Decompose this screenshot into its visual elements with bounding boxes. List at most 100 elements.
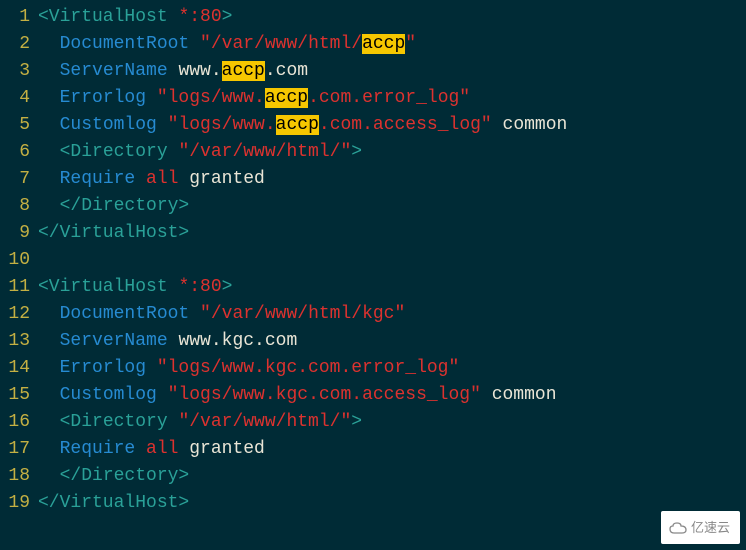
line-number: 13	[0, 328, 34, 355]
line-number: 14	[0, 355, 34, 382]
code-line: 11<VirtualHost *:80>	[0, 274, 746, 301]
code-token: *:80	[178, 7, 221, 27]
code-token: ServerName	[60, 331, 179, 351]
code-token	[38, 196, 60, 216]
code-content: <Directory "/var/www/html/">	[34, 409, 362, 436]
code-line: 2 DocumentRoot "/var/www/html/accp"	[0, 31, 746, 58]
code-token: "logs/www.kgc.com.error_log"	[157, 358, 459, 378]
code-content: <VirtualHost *:80>	[34, 274, 232, 301]
code-token: *:80	[178, 277, 221, 297]
code-line: 17 Require all granted	[0, 436, 746, 463]
line-number: 3	[0, 58, 34, 85]
line-number: 7	[0, 166, 34, 193]
code-content: DocumentRoot "/var/www/html/kgc"	[34, 301, 405, 328]
code-token: all	[146, 169, 189, 189]
code-content: Errorlog "logs/www.kgc.com.error_log"	[34, 355, 459, 382]
code-token: Customlog	[60, 115, 168, 135]
code-token: www.kgc.com	[178, 331, 297, 351]
code-line: 4 Errorlog "logs/www.accp.com.error_log"	[0, 85, 746, 112]
code-token: <Directory	[60, 412, 179, 432]
code-token: common	[492, 385, 557, 405]
code-token: "	[405, 34, 416, 54]
code-content: Customlog "logs/www.kgc.com.access_log" …	[34, 382, 557, 409]
line-number: 11	[0, 274, 34, 301]
cloud-icon	[669, 522, 687, 534]
code-token: all	[146, 439, 189, 459]
code-line: 18 </Directory>	[0, 463, 746, 490]
code-line: 13 ServerName www.kgc.com	[0, 328, 746, 355]
code-token: Errorlog	[60, 88, 157, 108]
line-number: 15	[0, 382, 34, 409]
line-number: 6	[0, 139, 34, 166]
code-content: Customlog "logs/www.accp.com.access_log"…	[34, 112, 567, 139]
code-token: Require	[60, 439, 146, 459]
code-token: "/var/www/html/"	[178, 142, 351, 162]
code-line: 19</VirtualHost>	[0, 490, 746, 517]
code-token	[38, 88, 60, 108]
code-token: "logs/www.	[157, 88, 265, 108]
code-content: </VirtualHost>	[34, 490, 189, 517]
code-content: ServerName www.kgc.com	[34, 328, 297, 355]
code-content: <VirtualHost *:80>	[34, 4, 232, 31]
code-token: .com	[265, 61, 308, 81]
code-line: 15 Customlog "logs/www.kgc.com.access_lo…	[0, 382, 746, 409]
code-content: Errorlog "logs/www.accp.com.error_log"	[34, 85, 470, 112]
line-number: 12	[0, 301, 34, 328]
code-content: Require all granted	[34, 436, 265, 463]
code-token: </VirtualHost>	[38, 223, 189, 243]
code-token: <Directory	[60, 142, 179, 162]
code-content: <Directory "/var/www/html/">	[34, 139, 362, 166]
code-token: Require	[60, 169, 146, 189]
code-token: "/var/www/html/"	[178, 412, 351, 432]
line-number: 10	[0, 247, 34, 274]
code-token	[38, 61, 60, 81]
code-line: 3 ServerName www.accp.com	[0, 58, 746, 85]
code-content: DocumentRoot "/var/www/html/accp"	[34, 31, 416, 58]
code-token	[38, 331, 60, 351]
code-content	[34, 247, 38, 274]
code-line: 7 Require all granted	[0, 166, 746, 193]
watermark-badge: 亿速云	[661, 511, 740, 544]
code-content: </Directory>	[34, 463, 189, 490]
code-line: 8 </Directory>	[0, 193, 746, 220]
line-number: 4	[0, 85, 34, 112]
code-token: </Directory>	[60, 466, 190, 486]
code-token: "/var/www/html/	[200, 34, 362, 54]
code-token: www.	[178, 61, 221, 81]
code-token	[38, 115, 60, 135]
code-token	[38, 169, 60, 189]
code-token	[38, 304, 60, 324]
code-line: 12 DocumentRoot "/var/www/html/kgc"	[0, 301, 746, 328]
code-token: .com.error_log"	[308, 88, 470, 108]
code-token: common	[503, 115, 568, 135]
code-token: "logs/www.kgc.com.access_log"	[168, 385, 492, 405]
code-token: >	[222, 7, 233, 27]
code-token: <VirtualHost	[38, 7, 178, 27]
code-token	[38, 142, 60, 162]
code-line: 9</VirtualHost>	[0, 220, 746, 247]
watermark-text: 亿速云	[691, 514, 730, 541]
code-content: ServerName www.accp.com	[34, 58, 308, 85]
code-token: "logs/www.	[168, 115, 276, 135]
line-number: 16	[0, 409, 34, 436]
code-line: 1<VirtualHost *:80>	[0, 4, 746, 31]
code-token: granted	[189, 169, 265, 189]
code-token: Customlog	[60, 385, 168, 405]
code-token: </Directory>	[60, 196, 190, 216]
code-content: Require all granted	[34, 166, 265, 193]
code-line: 10	[0, 247, 746, 274]
code-token	[38, 34, 60, 54]
code-token: <VirtualHost	[38, 277, 178, 297]
search-highlight: accp	[222, 61, 265, 81]
code-token: </VirtualHost>	[38, 493, 189, 513]
code-editor: 1<VirtualHost *:80>2 DocumentRoot "/var/…	[0, 0, 746, 521]
search-highlight: accp	[362, 34, 405, 54]
code-line: 5 Customlog "logs/www.accp.com.access_lo…	[0, 112, 746, 139]
code-token: granted	[189, 439, 265, 459]
code-token: .com.access_log"	[319, 115, 503, 135]
code-line: 6 <Directory "/var/www/html/">	[0, 139, 746, 166]
line-number: 17	[0, 436, 34, 463]
line-number: 9	[0, 220, 34, 247]
line-number: 8	[0, 193, 34, 220]
code-content: </VirtualHost>	[34, 220, 189, 247]
